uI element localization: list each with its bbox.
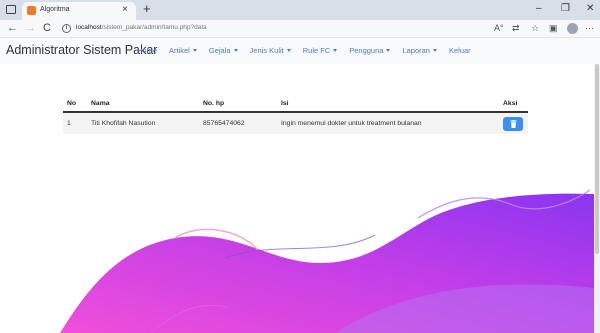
header-aksi: Aksi [499, 96, 528, 113]
nav-item-label: Pengguna [349, 46, 384, 55]
favicon-icon [27, 6, 36, 15]
more-icon[interactable]: ··· [585, 23, 594, 34]
header-no: No [63, 96, 87, 113]
tab-title: Algoritma [40, 6, 70, 13]
header-nama: Nama [87, 96, 199, 113]
tab-close-button[interactable]: × [122, 4, 128, 16]
collections-icon[interactable]: ▣ [549, 23, 558, 34]
nav-item-rule-fc[interactable]: Rule FC [303, 46, 338, 55]
scrollbar-thumb[interactable] [595, 64, 599, 254]
close-window-button[interactable]: ✕ [586, 3, 594, 15]
nav-item-label: Home [137, 46, 158, 55]
translate-icon[interactable]: ⇄ [512, 23, 520, 34]
cell-isi: Ingin menemui dokter untuk treatment bul… [277, 112, 499, 134]
trash-icon [510, 119, 516, 128]
nav-item-label: Rule FC [302, 46, 331, 55]
nav-item-artikel[interactable]: Artikel [169, 46, 197, 55]
table-header-row: No Nama No. hp Isi Aksi [63, 96, 528, 113]
maximize-button[interactable]: ❐ [561, 3, 570, 15]
nav-item-label: Gejala [208, 46, 231, 55]
page-scrollbar[interactable] [594, 64, 600, 333]
read-aloud-icon[interactable]: A° [494, 23, 504, 34]
nav-item-label: Laporan [402, 46, 430, 55]
nav-item-label: Keluar [448, 46, 471, 55]
browser-titlebar: Algoritma × + – ❐ ✕ [0, 0, 600, 20]
nav-item-keluar[interactable]: Keluar [449, 46, 471, 55]
back-button[interactable]: ← [7, 22, 18, 35]
new-tab-button[interactable]: + [143, 1, 151, 17]
minimize-button[interactable]: – [536, 3, 542, 15]
caret-down-icon [192, 49, 197, 52]
profile-icon[interactable] [567, 23, 578, 34]
favorites-icon[interactable]: ☆ [531, 23, 539, 34]
decorative-wave-background [60, 189, 594, 333]
nav-item-gejala[interactable]: Gejala [209, 46, 238, 55]
caret-down-icon [286, 49, 291, 52]
nav-item-label: Artikel [169, 46, 190, 55]
site-info-icon[interactable]: i [62, 24, 71, 33]
caret-down-icon [333, 49, 338, 52]
cell-no: 1 [63, 112, 87, 134]
nav-item-pengguna[interactable]: Pengguna [349, 46, 391, 55]
guest-table: No Nama No. hp Isi Aksi 1 Titi Khofifah … [63, 96, 528, 134]
table-row: 1 Titi Khofifah Nasution 85765474062 Ing… [63, 112, 528, 134]
nav-item-laporan[interactable]: Laporan [402, 46, 437, 55]
header-hp: No. hp [199, 96, 277, 113]
cell-hp: 85765474062 [199, 112, 277, 134]
window-menu-icon[interactable] [6, 5, 16, 14]
browser-tab[interactable]: Algoritma × [22, 2, 136, 20]
app-brand[interactable]: Administrator Sistem Pakar [6, 43, 157, 57]
url-path: /sistem_pakar/admin/tamu.php?data [101, 24, 207, 31]
delete-button[interactable] [503, 116, 523, 131]
forward-button[interactable]: → [25, 22, 36, 35]
app-navbar: Administrator Sistem Pakar Home Artikel Ge… [0, 38, 600, 64]
cell-nama: Titi Khofifah Nasution [87, 112, 199, 134]
url-host: localhost [76, 24, 102, 31]
caret-down-icon [432, 49, 437, 52]
caret-down-icon [386, 49, 391, 52]
address-bar-row: ← → C i localhost/sistem_pakar/admin/tam… [0, 20, 600, 38]
reload-button[interactable]: C [43, 22, 51, 35]
nav-item-jenis-kulit[interactable]: Jenis Kulit [250, 46, 291, 55]
url-field[interactable]: localhost/sistem_pakar/admin/tamu.php?da… [76, 24, 207, 31]
caret-down-icon [233, 49, 238, 52]
nav-item-label: Jenis Kulit [249, 46, 284, 55]
nav-menu: Home Artikel Gejala Jenis Kulit Rule FC Pengg… [137, 46, 471, 55]
nav-item-home[interactable]: Home [137, 46, 157, 55]
cell-aksi [499, 112, 528, 134]
header-isi: Isi [277, 96, 499, 113]
